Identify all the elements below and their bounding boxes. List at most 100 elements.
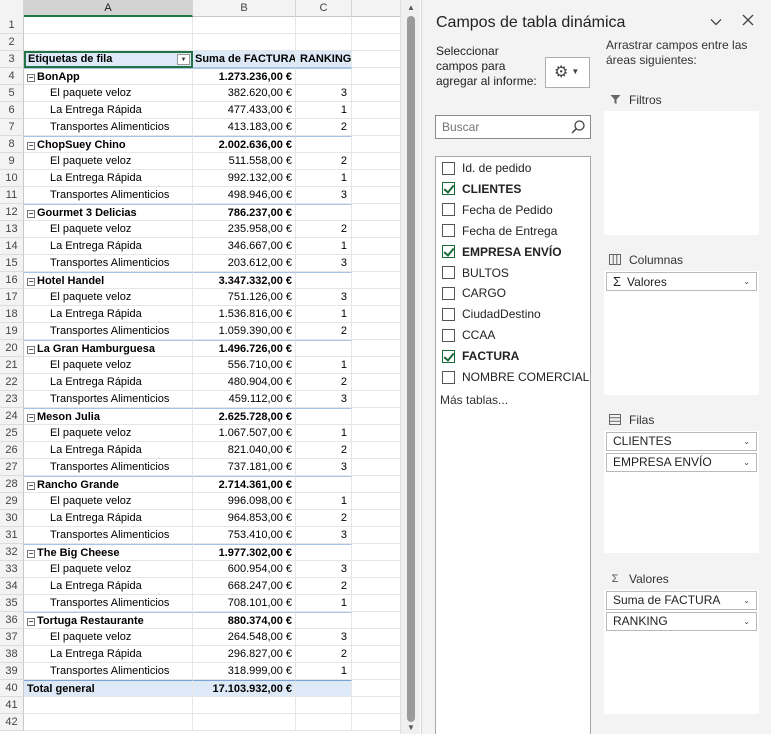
sum-factura-header[interactable]: Suma de FACTURA	[193, 51, 296, 68]
shipper-rank[interactable]: 3	[296, 527, 352, 544]
cell-empty[interactable]	[352, 476, 400, 493]
row-header[interactable]: 36	[0, 612, 24, 629]
cell-empty[interactable]	[352, 612, 400, 629]
cell-empty[interactable]	[352, 306, 400, 323]
shipper-value[interactable]: 264.548,00 €	[193, 629, 296, 646]
shipper-label[interactable]: El paquete veloz	[24, 357, 193, 374]
close-icon[interactable]	[740, 13, 756, 29]
cell-empty[interactable]	[352, 221, 400, 238]
shipper-rank[interactable]: 3	[296, 289, 352, 306]
shipper-label[interactable]: El paquete veloz	[24, 425, 193, 442]
row-header[interactable]: 34	[0, 578, 24, 595]
row-header[interactable]: 29	[0, 493, 24, 510]
field-list[interactable]: Más tablas... Id. de pedido CLIENTES Fecha…	[435, 156, 591, 734]
rows-field-pill[interactable]: EMPRESA ENVÍO ⌄	[606, 453, 757, 472]
shipper-value[interactable]: 318.999,00 €	[193, 663, 296, 680]
cell-empty[interactable]	[352, 187, 400, 204]
row-labels-header[interactable]: Etiquetas de fila ▼	[24, 51, 193, 68]
shipper-label[interactable]: El paquete veloz	[24, 153, 193, 170]
cell-b[interactable]	[193, 34, 296, 51]
shipper-rank[interactable]: 2	[296, 323, 352, 340]
field-item[interactable]: EMPRESA ENVÍO	[442, 243, 562, 261]
client-group-label[interactable]: − ChopSuey Chino	[24, 136, 193, 153]
row-header[interactable]: 40	[0, 680, 24, 697]
client-total[interactable]: 1.977.302,00 €	[193, 544, 296, 561]
field-item[interactable]: CLIENTES	[442, 180, 521, 198]
client-group-label[interactable]: − Gourmet 3 Delicias	[24, 204, 193, 221]
minus-box-icon[interactable]: −	[27, 346, 35, 354]
column-header-a[interactable]: A	[24, 0, 193, 17]
client-group-label[interactable]: − The Big Cheese	[24, 544, 193, 561]
shipper-value[interactable]: 480.904,00 €	[193, 374, 296, 391]
chevron-down-icon[interactable]: ⌄	[743, 273, 750, 290]
shipper-label[interactable]: La Entrega Rápida	[24, 170, 193, 187]
shipper-rank[interactable]: 1	[296, 425, 352, 442]
shipper-rank[interactable]: 2	[296, 578, 352, 595]
row-header[interactable]: 7	[0, 119, 24, 136]
row-header[interactable]: 23	[0, 391, 24, 408]
row-header[interactable]: 30	[0, 510, 24, 527]
shipper-value[interactable]: 459.112,00 €	[193, 391, 296, 408]
cell-c[interactable]	[296, 544, 352, 561]
scrollbar-thumb[interactable]	[407, 16, 415, 722]
row-header[interactable]: 41	[0, 697, 24, 714]
cell-empty[interactable]	[352, 425, 400, 442]
shipper-rank[interactable]: 1	[296, 663, 352, 680]
scroll-down-icon[interactable]: ▼	[406, 723, 416, 733]
minus-box-icon[interactable]: −	[27, 414, 35, 422]
shipper-value[interactable]: 821.040,00 €	[193, 442, 296, 459]
field-item[interactable]: FACTURA	[442, 347, 519, 365]
row-header[interactable]: 37	[0, 629, 24, 646]
shipper-rank[interactable]: 2	[296, 221, 352, 238]
client-total[interactable]: 2.625.728,00 €	[193, 408, 296, 425]
shipper-value[interactable]: 556.710,00 €	[193, 357, 296, 374]
filters-drop-area[interactable]	[604, 111, 759, 235]
rows-field-pill[interactable]: CLIENTES ⌄	[606, 432, 757, 451]
shipper-value[interactable]: 477.433,00 €	[193, 102, 296, 119]
cell-empty[interactable]	[352, 51, 400, 68]
shipper-rank[interactable]: 2	[296, 510, 352, 527]
cell-c[interactable]	[296, 476, 352, 493]
cell-empty[interactable]	[352, 340, 400, 357]
shipper-value[interactable]: 346.667,00 €	[193, 238, 296, 255]
client-total[interactable]: 1.273.236,00 €	[193, 68, 296, 85]
cell-c[interactable]	[296, 272, 352, 289]
row-header[interactable]: 1	[0, 17, 24, 34]
vertical-scrollbar[interactable]: ▲ ▼	[400, 0, 420, 734]
shipper-rank[interactable]: 2	[296, 442, 352, 459]
cell-empty[interactable]	[352, 646, 400, 663]
cell-empty[interactable]	[352, 119, 400, 136]
shipper-rank[interactable]: 3	[296, 255, 352, 272]
client-group-label[interactable]: − BonApp	[24, 68, 193, 85]
shipper-rank[interactable]: 1	[296, 170, 352, 187]
cell-empty[interactable]	[352, 527, 400, 544]
field-search-box[interactable]	[435, 115, 591, 139]
minus-box-icon[interactable]: −	[27, 482, 35, 490]
shipper-label[interactable]: El paquete veloz	[24, 493, 193, 510]
shipper-value[interactable]: 498.946,00 €	[193, 187, 296, 204]
checkbox-icon[interactable]	[442, 286, 455, 300]
shipper-value[interactable]: 708.101,00 €	[193, 595, 296, 612]
cell-c[interactable]	[296, 204, 352, 221]
shipper-rank[interactable]: 2	[296, 119, 352, 136]
row-header[interactable]: 13	[0, 221, 24, 238]
shipper-label[interactable]: La Entrega Rápida	[24, 238, 193, 255]
more-tables-link[interactable]: Más tablas...	[440, 393, 508, 407]
row-header[interactable]: 19	[0, 323, 24, 340]
shipper-value[interactable]: 996.098,00 €	[193, 493, 296, 510]
client-total[interactable]: 2.002.636,00 €	[193, 136, 296, 153]
client-group-label[interactable]: − Rancho Grande	[24, 476, 193, 493]
minus-box-icon[interactable]: −	[27, 278, 35, 286]
client-total[interactable]: 880.374,00 €	[193, 612, 296, 629]
shipper-rank[interactable]: 2	[296, 646, 352, 663]
chevron-down-icon[interactable]: ⌄	[743, 592, 750, 609]
row-header[interactable]: 16	[0, 272, 24, 289]
cell-empty[interactable]	[352, 510, 400, 527]
cell-b[interactable]	[193, 697, 296, 714]
row-header[interactable]: 26	[0, 442, 24, 459]
shipper-label[interactable]: El paquete veloz	[24, 221, 193, 238]
select-all-corner[interactable]	[0, 0, 24, 17]
row-header[interactable]: 17	[0, 289, 24, 306]
shipper-rank[interactable]: 3	[296, 391, 352, 408]
cell-a[interactable]	[24, 17, 193, 34]
